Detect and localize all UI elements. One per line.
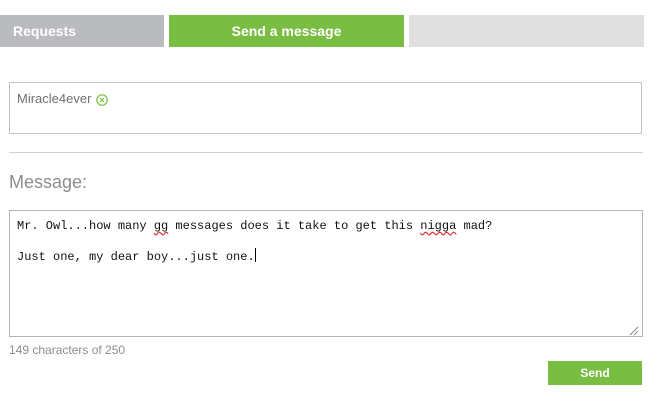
tab-bar: Requests Send a message [0, 15, 644, 47]
recipient-token: Miracle4ever [17, 91, 109, 106]
tab-send-message[interactable]: Send a message [169, 15, 404, 47]
misspelled-word: nigga [420, 219, 457, 233]
recipient-name: Miracle4ever [17, 91, 92, 106]
section-divider [9, 152, 643, 153]
message-textarea[interactable]: Mr. Owl...how many gg messages does it t… [9, 210, 643, 337]
message-line-2: Just one, my dear boy...just one. [17, 248, 256, 264]
message-text-segment: Mr. Owl...how many [17, 219, 154, 233]
resize-handle-icon[interactable] [629, 323, 639, 336]
text-caret [254, 248, 256, 262]
message-text-segment: messages does it take to get this [168, 219, 421, 233]
message-text-segment: Just one, my dear boy...just one. [17, 250, 255, 264]
message-label: Message: [9, 172, 88, 192]
tab-requests[interactable]: Requests [0, 15, 164, 47]
message-line-1: Mr. Owl...how many gg messages does it t… [17, 219, 492, 233]
remove-recipient-icon[interactable] [96, 93, 109, 106]
misspelled-word: gg [153, 219, 169, 233]
tab-empty [409, 15, 644, 47]
send-button[interactable]: Send [548, 361, 642, 385]
character-count: 149 characters of 250 [9, 343, 126, 357]
message-text-segment: mad? [456, 219, 493, 233]
recipients-field[interactable]: Miracle4ever [9, 82, 642, 134]
